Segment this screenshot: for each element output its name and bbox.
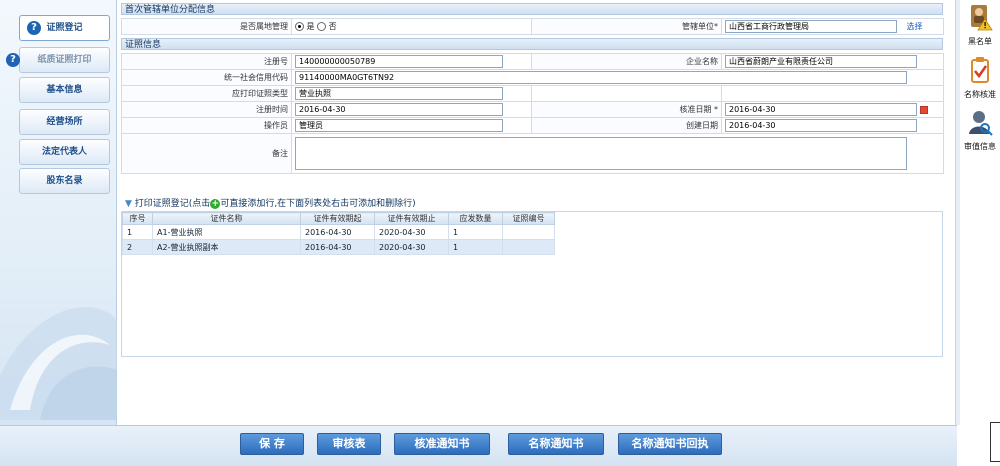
blacklist-icon xyxy=(971,5,993,31)
cell-name: A2-营业执照副本 xyxy=(152,239,301,255)
cell-code[interactable] xyxy=(502,224,555,240)
reg-no-field[interactable]: 140000000050789 xyxy=(295,55,503,68)
app-window: ? 证照登记 ? 纸质证照打印 基本信息 经营场所 法定代表人 股东名录 首次管… xyxy=(0,0,1000,466)
cert-type-label: 应打印证照类型 xyxy=(121,85,292,102)
sidebar-item-label: 法定代表人 xyxy=(41,147,87,157)
col-header: 应发数量 xyxy=(448,212,503,225)
col-header: 证件有效期起 xyxy=(300,212,375,225)
table-row[interactable]: 2 A2-营业执照副本 2016-04-30 2020-04-30 1 xyxy=(122,239,555,255)
authority-form: 是否属地管理 是 否 管辖单位* 山西省工商行政管理局 选择 xyxy=(121,18,944,35)
company-field[interactable]: 山西省蔚朗产业有限责任公司 xyxy=(725,55,917,68)
cert-type-field[interactable]: 营业执照 xyxy=(295,87,503,100)
sidebar-item-label: 纸质证照打印 xyxy=(37,55,92,65)
operator-label: 操作员 xyxy=(121,117,292,134)
approval-notice-button[interactable]: 核准通知书 xyxy=(394,433,490,455)
approval-date-field[interactable]: 2016-04-30 xyxy=(725,103,917,116)
radio-no-label: 否 xyxy=(328,22,337,31)
print-title-before: 打印证照登记(点击 xyxy=(134,199,211,209)
col-header: 证件有效期止 xyxy=(374,212,449,225)
review-info-shortcut[interactable]: 审值信息 xyxy=(960,108,1000,152)
section-header-license-info: 证照信息 xyxy=(121,38,943,50)
local-management-label: 是否属地管理 xyxy=(121,18,292,35)
authority-label: 管辖单位* xyxy=(531,18,722,35)
cell-end: 2020-04-30 xyxy=(374,239,449,255)
radio-yes[interactable] xyxy=(295,22,304,31)
sidebar-item-business-premises[interactable]: 经营场所 xyxy=(19,109,110,135)
table-row[interactable]: 1 A1-营业执照 2016-04-30 2020-04-30 1 xyxy=(122,224,555,240)
name-notice-receipt-button[interactable]: 名称通知书回执 xyxy=(618,433,722,455)
print-grid: 序号 证件名称 证件有效期起 证件有效期止 应发数量 证照编号 1 A1-营业执… xyxy=(121,211,943,357)
reg-no-label: 注册号 xyxy=(121,53,292,70)
bottom-toolbar: 保 存 审核表 核准通知书 名称通知书 名称通知书回执 xyxy=(0,425,957,466)
cell-qty: 1 xyxy=(448,239,503,255)
radio-yes-label: 是 xyxy=(306,22,315,31)
authority-field[interactable]: 山西省工商行政管理局 xyxy=(725,20,897,33)
approval-date-label: 核准日期 * xyxy=(531,101,722,118)
cell-qty: 1 xyxy=(448,224,503,240)
cell-end: 2020-04-30 xyxy=(374,224,449,240)
sidebar-item-basic-info[interactable]: 基本信息 xyxy=(19,77,110,103)
col-header: 证件名称 xyxy=(152,212,301,225)
license-info-form: 注册号 140000000050789 企业名称 山西省蔚朗产业有限责任公司 统… xyxy=(121,53,944,174)
save-button[interactable]: 保 存 xyxy=(240,433,304,455)
operator-field[interactable]: 管理员 xyxy=(295,119,503,132)
created-date-field[interactable]: 2016-04-30 xyxy=(725,119,917,132)
question-icon: ? xyxy=(27,21,41,35)
created-date-label: 创建日期 xyxy=(531,117,722,134)
table-header-row: 序号 证件名称 证件有效期起 证件有效期止 应发数量 证照编号 xyxy=(122,212,555,225)
collapse-triangle-icon[interactable]: ▼ xyxy=(125,199,132,209)
sidebar-item-license-registration[interactable]: ? 证照登记 xyxy=(19,15,110,41)
main-panel: 首次管辖单位分配信息 是否属地管理 是 否 管辖单位* 山西省工商行政管理局 选… xyxy=(119,0,955,425)
cell-no: 2 xyxy=(122,239,153,255)
cell-start: 2016-04-30 xyxy=(300,239,375,255)
col-header: 证照编号 xyxy=(502,212,555,225)
section-header-authority: 首次管辖单位分配信息 xyxy=(121,3,943,15)
decorative-swirl xyxy=(0,307,117,420)
name-notice-button[interactable]: 名称通知书 xyxy=(508,433,604,455)
cell-no: 1 xyxy=(122,224,153,240)
sidebar-item-legal-representative[interactable]: 法定代表人 xyxy=(19,139,110,165)
reg-time-label: 注册时间 xyxy=(121,101,292,118)
remark-label: 备注 xyxy=(121,133,292,174)
cell-start: 2016-04-30 xyxy=(300,224,375,240)
blacklist-shortcut[interactable]: 黑名单 xyxy=(960,3,1000,47)
remark-field[interactable] xyxy=(295,137,907,170)
add-row-icon[interactable]: + xyxy=(210,198,221,209)
sidebar-item-label: 证照登记 xyxy=(46,23,83,33)
question-icon: ? xyxy=(6,53,20,67)
blacklist-label: 黑名单 xyxy=(968,37,992,46)
col-header: 序号 xyxy=(122,212,153,225)
cell-name: A1-营业执照 xyxy=(152,224,301,240)
sidebar-item-label: 股东名录 xyxy=(46,176,83,186)
credit-code-label: 统一社会信用代码 xyxy=(121,69,292,86)
name-check-shortcut[interactable]: 名称核准 xyxy=(960,56,1000,100)
calendar-icon[interactable] xyxy=(920,105,928,114)
user-search-icon xyxy=(969,111,993,136)
left-sidebar: ? 证照登记 ? 纸质证照打印 基本信息 经营场所 法定代表人 股东名录 xyxy=(0,0,117,425)
sidebar-item-shareholder-list[interactable]: 股东名录 xyxy=(19,168,110,194)
reg-time-field[interactable]: 2016-04-30 xyxy=(295,103,503,116)
local-management-radio-group: 是 否 xyxy=(291,18,532,35)
cell-code[interactable] xyxy=(502,239,555,255)
edge-handle[interactable] xyxy=(990,422,1000,462)
select-authority-link[interactable]: 选择 xyxy=(907,22,923,31)
sidebar-item-label: 经营场所 xyxy=(46,117,83,127)
clipboard-check-icon xyxy=(971,57,989,83)
sidebar-item-paper-license-print[interactable]: ? 纸质证照打印 xyxy=(6,47,110,73)
company-label: 企业名称 xyxy=(531,53,722,70)
radio-no[interactable] xyxy=(317,22,327,31)
review-info-label: 审值信息 xyxy=(964,142,996,151)
credit-code-field[interactable]: 91140000MA0GT6TN92 xyxy=(295,71,907,84)
name-check-label: 名称核准 xyxy=(964,90,996,99)
print-section-header: ▼ 打印证照登记(点击+可直接添加行,在下面列表处右击可添加和删除行) xyxy=(125,196,416,209)
print-table: 序号 证件名称 证件有效期起 证件有效期止 应发数量 证照编号 1 A1-营业执… xyxy=(122,212,555,255)
sidebar-item-label: 基本信息 xyxy=(46,85,83,95)
review-form-button[interactable]: 审核表 xyxy=(317,433,381,455)
print-title-after: 可直接添加行,在下面列表处右击可添加和删除行) xyxy=(220,199,416,209)
right-rail: 黑名单 名称核准 审值信息 xyxy=(960,0,1000,466)
